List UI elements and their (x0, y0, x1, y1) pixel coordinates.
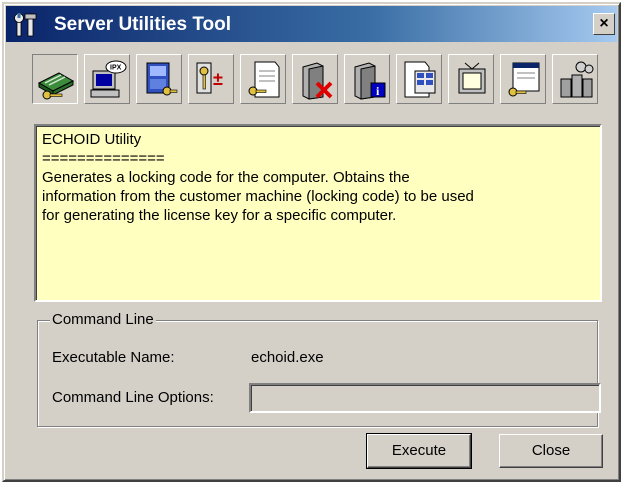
tools-icon (14, 13, 37, 37)
monitor-icon (458, 62, 486, 94)
utility-description: ECHOID Utility ============== Generates … (34, 124, 602, 302)
document-key-icon (248, 61, 280, 98)
document-key-tool-button[interactable] (240, 54, 286, 104)
utility-toolbar: IPX ± i (32, 54, 598, 108)
description-line: Generates a locking code for the compute… (42, 169, 410, 186)
server-delete-icon (302, 62, 333, 100)
window-key-tool-button[interactable] (500, 54, 546, 104)
server-delete-tool-button[interactable] (292, 54, 338, 104)
document-grid-tool-button[interactable] (396, 54, 442, 104)
server-info-tool-button[interactable]: i (344, 54, 390, 104)
server-info-icon: i (354, 62, 386, 100)
server-lock-tool-button[interactable] (32, 54, 78, 104)
key-book-tool-button[interactable] (136, 54, 182, 104)
utility-title: ECHOID Utility (42, 131, 142, 148)
svg-text:±: ± (213, 69, 223, 89)
window-title: Server Utilities Tool (54, 14, 232, 35)
gears-servers-tool-button[interactable] (552, 54, 598, 104)
server-lock-icon (37, 72, 75, 100)
license-add-remove-icon: ± (196, 62, 223, 94)
window-key-icon (508, 62, 540, 97)
description-line: information from the customer machine (l… (42, 188, 474, 205)
execute-button[interactable]: Execute (366, 433, 472, 469)
command-line-group-label: Command Line (50, 311, 156, 328)
gears-servers-icon (560, 61, 594, 98)
svg-text:IPX: IPX (110, 65, 122, 72)
title-bar[interactable]: Server Utilities Tool × (6, 6, 617, 42)
title-close-button[interactable]: × (593, 13, 615, 35)
server-utilities-window: Server Utilities Tool × IPX ± i ECHOID U… (2, 2, 621, 482)
monitor-tool-button[interactable] (448, 54, 494, 104)
key-book-icon (146, 62, 178, 96)
license-add-remove-tool-button[interactable]: ± (188, 54, 234, 104)
description-line: for generating the license key for a spe… (42, 207, 397, 224)
command-line-options-label: Command Line Options: (52, 389, 214, 406)
executable-name-label: Executable Name: (52, 349, 175, 366)
close-button[interactable]: Close (499, 434, 603, 468)
ipx-computer-icon: IPX (90, 60, 127, 98)
command-line-options-input[interactable] (249, 383, 601, 413)
ipx-computer-tool-button[interactable]: IPX (84, 54, 130, 104)
title-separator: ============== (42, 150, 165, 167)
document-grid-icon (404, 61, 436, 98)
executable-name-value: echoid.exe (251, 349, 324, 366)
